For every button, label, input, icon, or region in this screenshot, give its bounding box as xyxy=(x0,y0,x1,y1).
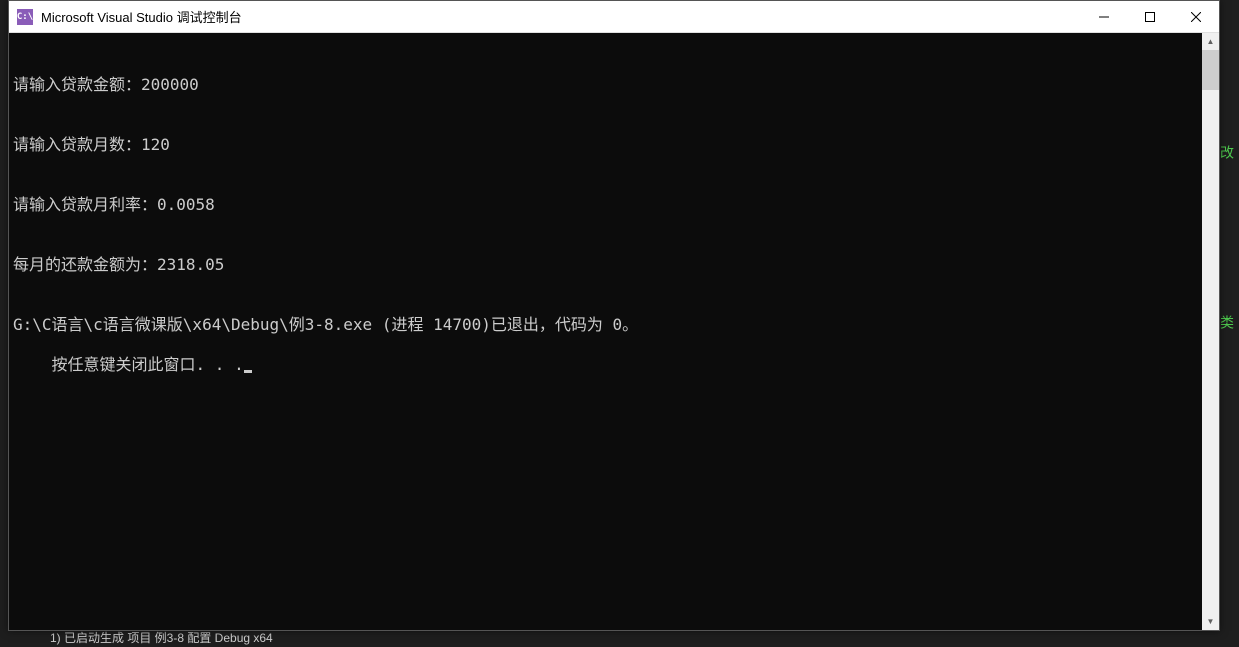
background-hint-2: 类 xyxy=(1217,315,1237,329)
console-body[interactable]: 请输入贷款金额：200000 请输入贷款月数：120 请输入贷款月利率：0.00… xyxy=(9,33,1219,630)
console-line: 每月的还款金额为：2318.05 xyxy=(13,255,1215,275)
window-controls xyxy=(1081,1,1219,32)
maximize-icon xyxy=(1145,12,1155,22)
console-line: 请输入贷款月数：120 xyxy=(13,135,1215,155)
console-line: 按任意键关闭此窗口. . . xyxy=(52,355,252,374)
console-line: G:\C语言\c语言微课版\x64\Debug\例3-8.exe (进程 147… xyxy=(13,315,1215,335)
window-title: Microsoft Visual Studio 调试控制台 xyxy=(41,7,242,26)
cursor xyxy=(244,370,252,373)
titlebar[interactable]: C:\ Microsoft Visual Studio 调试控制台 xyxy=(9,1,1219,33)
close-button[interactable] xyxy=(1173,1,1219,32)
minimize-button[interactable] xyxy=(1081,1,1127,32)
scrollbar-thumb[interactable] xyxy=(1202,50,1219,90)
close-icon xyxy=(1191,12,1201,22)
console-window: C:\ Microsoft Visual Studio 调试控制台 请输入贷款金… xyxy=(8,0,1220,631)
scroll-down-button[interactable]: ▼ xyxy=(1202,613,1219,630)
titlebar-left: C:\ Microsoft Visual Studio 调试控制台 xyxy=(9,7,242,26)
maximize-button[interactable] xyxy=(1127,1,1173,32)
scroll-up-button[interactable]: ▲ xyxy=(1202,33,1219,50)
ide-status-bar: 1) 已启动生成 项目 例3-8 配置 Debug x64 xyxy=(0,629,1239,647)
console-line: 请输入贷款金额：200000 xyxy=(13,75,1215,95)
minimize-icon xyxy=(1099,12,1109,22)
console-line: 请输入贷款月利率：0.0058 xyxy=(13,195,1215,215)
vertical-scrollbar[interactable]: ▲ ▼ xyxy=(1202,33,1219,630)
app-icon: C:\ xyxy=(17,9,33,25)
background-hint-1: 改 xyxy=(1217,145,1237,159)
